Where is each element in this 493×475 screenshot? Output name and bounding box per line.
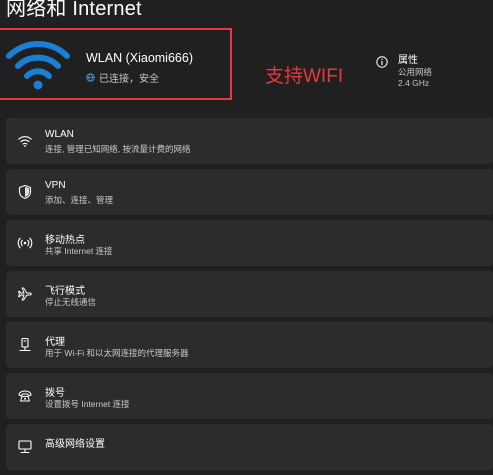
settings-item-title: 移动热点 <box>45 235 85 246</box>
shield-icon <box>18 184 32 200</box>
settings-item-title: 飞行模式 <box>45 286 85 297</box>
settings-item-description: 用于 Wi-Fi 和以太网连接的代理服务器 <box>45 348 189 358</box>
hotspot-icon <box>17 237 33 249</box>
settings-item-title: 高级网络设置 <box>45 439 105 450</box>
settings-item-description: 共享 Internet 连接 <box>45 246 113 256</box>
settings-item-description: 设置拨号 Internet 连接 <box>45 399 130 409</box>
annotation-text: 支持WIFI <box>265 66 344 87</box>
wifi-icon <box>18 136 32 147</box>
settings-item-wlan[interactable]: WLAN 连接, 管理已知网络, 按流量计费的网络 <box>6 118 493 164</box>
properties-title[interactable]: 属性 <box>398 51 418 66</box>
settings-item-description: 添加、连接、管理 <box>45 195 114 205</box>
properties-band: 2.4 GHz <box>398 78 430 88</box>
settings-item-airplane-mode[interactable]: 飞行模式 停止无线通信 <box>6 271 493 317</box>
wifi-icon <box>6 41 70 90</box>
settings-item-title: 拨号 <box>45 388 65 399</box>
airplane-icon <box>18 287 32 301</box>
page-title: 网络和 Internet <box>6 0 142 20</box>
dialup-icon <box>18 390 32 402</box>
settings-item-dial-up[interactable]: 拨号 设置拨号 Internet 连接 <box>6 373 493 419</box>
info-icon[interactable] <box>376 56 388 68</box>
connected-network-panel: WLAN (Xiaomi666) 已连接，安全 支持WIFI 属性 公用网络 2… <box>0 24 493 114</box>
settings-item-mobile-hotspot[interactable]: 移动热点 共享 Internet 连接 <box>6 220 493 266</box>
settings-item-proxy[interactable]: 代理 用于 Wi-Fi 和以太网连接的代理服务器 <box>6 322 493 368</box>
network-status-text: 已连接，安全 <box>99 74 159 85</box>
settings-item-vpn[interactable]: VPN 添加、连接、管理 <box>6 169 493 215</box>
globe-icon <box>86 73 95 82</box>
advanced-network-icon <box>18 440 32 454</box>
network-status: 已连接，安全 <box>86 70 159 85</box>
settings-item-title: WLAN <box>45 129 74 140</box>
settings-item-description: 连接, 管理已知网络, 按流量计费的网络 <box>45 144 191 154</box>
proxy-icon <box>19 337 31 352</box>
settings-item-description: 停止无线通信 <box>45 297 97 307</box>
settings-item-advanced-network[interactable]: 高级网络设置 <box>6 424 493 470</box>
settings-item-title: 代理 <box>45 337 65 348</box>
settings-item-title: VPN <box>45 180 66 191</box>
network-name[interactable]: WLAN (Xiaomi666) <box>86 51 193 65</box>
properties-network-type: 公用网络 <box>398 67 433 77</box>
settings-list: WLAN 连接, 管理已知网络, 按流量计费的网络 VPN 添加、连接、管理 移… <box>6 118 493 475</box>
